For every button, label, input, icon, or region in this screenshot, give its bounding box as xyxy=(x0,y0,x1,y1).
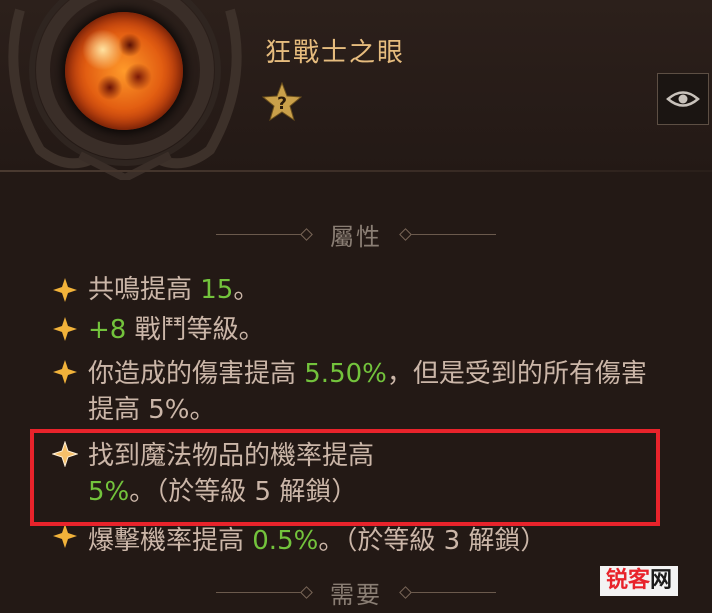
badge-glyph: ? xyxy=(277,94,287,114)
star-bullet-icon xyxy=(53,317,77,341)
affix-text: 共鳴提高 15。 xyxy=(88,275,260,305)
star-question-icon: ? xyxy=(262,82,302,122)
gem-icon[interactable] xyxy=(65,12,183,130)
affix-text: +8 戰鬥等級。 xyxy=(88,315,265,345)
eye-icon xyxy=(666,91,700,107)
section-label: 需要 xyxy=(330,580,382,609)
section-heading-attributes: 屬性 xyxy=(0,219,712,251)
highlight-box xyxy=(30,429,660,526)
affix-text: 爆擊機率提高 0.5%。（於等級 3 解鎖） xyxy=(88,526,547,556)
panel-divider xyxy=(0,170,712,172)
star-bullet-icon xyxy=(53,278,77,302)
star-bullet-icon xyxy=(53,360,77,384)
item-header: 狂戰士之眼 ? xyxy=(0,0,712,180)
watermark: 锐客网 xyxy=(600,566,679,596)
section-label: 屬性 xyxy=(330,222,382,251)
affix-text: 你造成的傷害提高 5.50%，但是受到的所有傷害提高 5%。 xyxy=(88,359,647,425)
inspect-button[interactable] xyxy=(657,73,709,125)
star-bullet-icon xyxy=(53,524,77,548)
item-title: 狂戰士之眼 xyxy=(265,38,406,68)
